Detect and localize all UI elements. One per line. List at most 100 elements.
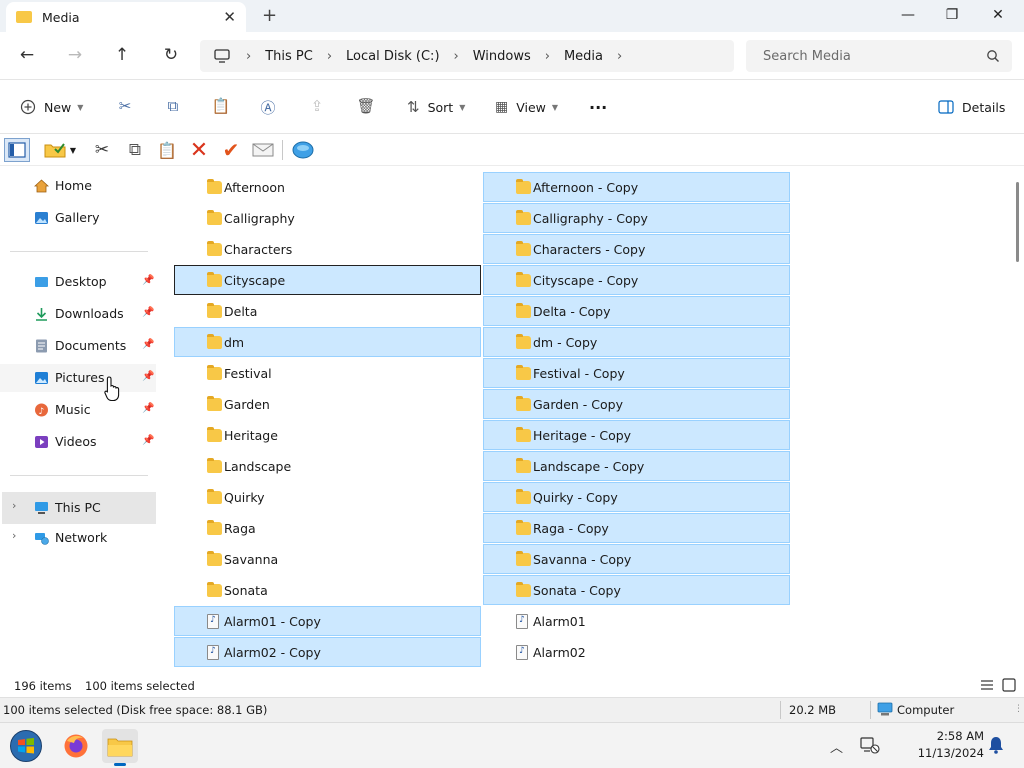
tab-close-icon[interactable]: ✕ <box>223 8 236 26</box>
folder-item-characters[interactable]: Characters <box>174 234 481 264</box>
folder-item-garden-copy[interactable]: Garden - Copy <box>483 389 790 419</box>
more-options-button[interactable]: ··· <box>589 96 607 118</box>
rename-button[interactable]: Ⓐ <box>258 97 278 117</box>
address-bar[interactable]: › This PC › Local Disk (C:) › Windows › … <box>200 40 734 72</box>
audio-file-icon: ♪ <box>207 614 219 629</box>
folder-item-heritage[interactable]: Heritage <box>174 420 481 450</box>
breadcrumb-local-disk[interactable]: Local Disk (C:) <box>346 49 439 64</box>
folder-item-sonata-copy[interactable]: Sonata - Copy <box>483 575 790 605</box>
preview-pane-button[interactable] <box>4 138 30 162</box>
refresh-button[interactable]: ↻ <box>157 44 185 68</box>
tiles-view-button[interactable] <box>1002 678 1016 695</box>
breadcrumb-media[interactable]: Media <box>564 49 603 64</box>
status-divider <box>870 701 871 719</box>
expand-chevron-icon[interactable]: › <box>12 529 16 542</box>
vertical-scrollbar[interactable] <box>1012 166 1024 674</box>
file-name: Cityscape <box>224 273 286 288</box>
file-item-alarm02[interactable]: ♪ Alarm02 <box>483 637 790 667</box>
folder-item-sonata[interactable]: Sonata <box>174 575 481 605</box>
file-explorer-taskbar-button[interactable] <box>102 729 138 766</box>
close-button[interactable]: ✕ <box>978 4 1018 28</box>
folder-item-afternoon[interactable]: Afternoon <box>174 172 481 202</box>
show-hidden-icons-button[interactable]: ︿ <box>830 737 843 756</box>
up-button[interactable]: ↑ <box>108 44 136 68</box>
folder-item-quirky[interactable]: Quirky <box>174 482 481 512</box>
maximize-button[interactable]: ❐ <box>932 4 972 28</box>
folder-item-characters-copy[interactable]: Characters - Copy <box>483 234 790 264</box>
sidebar-item-desktop[interactable]: Desktop 📌 <box>0 268 156 296</box>
legacy-copy-button[interactable]: ⧉ <box>122 138 148 162</box>
share-button[interactable]: ⇪ <box>307 97 327 117</box>
file-item-alarm02-copy[interactable]: ♪ Alarm02 - Copy <box>174 637 481 667</box>
folder-item-dm-copy[interactable]: dm - Copy <box>483 327 790 357</box>
expand-chevron-icon[interactable]: › <box>12 499 16 512</box>
view-button[interactable]: ▦ View ▼ <box>495 96 558 118</box>
copy-button[interactable]: ⧉ <box>163 97 183 117</box>
forward-button[interactable]: → <box>61 44 89 68</box>
legacy-network-button[interactable] <box>290 138 316 162</box>
file-name: Alarm02 - Copy <box>224 645 321 660</box>
scrollbar-thumb[interactable] <box>1016 182 1019 262</box>
folder-item-afternoon-copy[interactable]: Afternoon - Copy <box>483 172 790 202</box>
paste-button[interactable]: 📋 <box>211 97 231 117</box>
minimize-button[interactable]: — <box>888 4 928 28</box>
new-tab-button[interactable]: + <box>262 5 277 26</box>
cut-button[interactable]: ✂ <box>115 97 135 117</box>
folder-item-savanna[interactable]: Savanna <box>174 544 481 574</box>
file-item-alarm01-copy[interactable]: ♪ Alarm01 - Copy <box>174 606 481 636</box>
start-button[interactable] <box>8 729 44 763</box>
breadcrumb-separator-icon[interactable]: › <box>617 49 622 64</box>
folder-item-raga-copy[interactable]: Raga - Copy <box>483 513 790 543</box>
folder-item-calligraphy-copy[interactable]: Calligraphy - Copy <box>483 203 790 233</box>
folder-item-cityscape[interactable]: Cityscape <box>174 265 481 295</box>
folder-item-festival[interactable]: Festival <box>174 358 481 388</box>
sidebar-item-this-pc[interactable]: › This PC <box>2 492 156 524</box>
sidebar-item-documents[interactable]: Documents 📌 <box>0 332 156 360</box>
folder-item-savanna-copy[interactable]: Savanna - Copy <box>483 544 790 574</box>
sort-button[interactable]: ⇅ Sort ▼ <box>407 96 465 118</box>
new-button[interactable]: New ▼ <box>20 96 83 118</box>
delete-button[interactable]: 🗑 <box>356 97 376 117</box>
search-input[interactable]: Search Media <box>746 40 1012 72</box>
folder-item-calligraphy[interactable]: Calligraphy <box>174 203 481 233</box>
folder-item-landscape-copy[interactable]: Landscape - Copy <box>483 451 790 481</box>
breadcrumb-windows[interactable]: Windows <box>473 49 531 64</box>
sidebar-item-network[interactable]: › Network <box>0 524 156 552</box>
sidebar-item-pictures[interactable]: Pictures 📌 <box>0 364 156 392</box>
tab-media[interactable]: Media ✕ <box>6 2 246 32</box>
breadcrumb-this-pc[interactable]: This PC <box>265 49 313 64</box>
details-view-button[interactable] <box>980 678 994 695</box>
properties-dropdown-button[interactable]: ▼ <box>40 138 80 162</box>
legacy-email-button[interactable] <box>250 138 276 162</box>
firefox-taskbar-button[interactable] <box>58 729 94 763</box>
clock[interactable]: 2:58 AM 11/13/2024 <box>904 728 984 762</box>
sidebar-item-videos[interactable]: Videos 📌 <box>0 428 156 456</box>
folder-item-landscape[interactable]: Landscape <box>174 451 481 481</box>
folder-item-delta-copy[interactable]: Delta - Copy <box>483 296 790 326</box>
legacy-paste-button[interactable]: 📋 <box>154 138 180 162</box>
legacy-delete-button[interactable]: ✕ <box>186 138 212 163</box>
legacy-cut-button[interactable]: ✂ <box>89 138 115 162</box>
folder-item-raga[interactable]: Raga <box>174 513 481 543</box>
downloads-icon <box>36 308 47 321</box>
sidebar-item-music[interactable]: ♪ Music 📌 <box>0 396 156 424</box>
sidebar-item-downloads[interactable]: Downloads 📌 <box>0 300 156 328</box>
legacy-check-button[interactable]: ✔ <box>218 138 244 162</box>
folder-item-festival-copy[interactable]: Festival - Copy <box>483 358 790 388</box>
folder-item-quirky-copy[interactable]: Quirky - Copy <box>483 482 790 512</box>
notifications-button[interactable] <box>988 736 1004 757</box>
folder-item-cityscape-copy[interactable]: Cityscape - Copy <box>483 265 790 295</box>
folder-item-dm[interactable]: dm <box>174 327 481 357</box>
back-button[interactable]: ← <box>13 44 41 68</box>
details-button[interactable]: Details <box>938 96 1005 118</box>
sidebar-item-home[interactable]: Home <box>0 172 156 200</box>
folder-item-heritage-copy[interactable]: Heritage - Copy <box>483 420 790 450</box>
sidebar-item-gallery[interactable]: Gallery <box>0 204 156 232</box>
folder-item-garden[interactable]: Garden <box>174 389 481 419</box>
file-item-alarm01[interactable]: ♪ Alarm01 <box>483 606 790 636</box>
folder-icon <box>207 582 222 597</box>
file-list[interactable]: Afternoon Calligraphy Characters Cityscape D… <box>160 166 1012 674</box>
network-status-button[interactable] <box>860 735 880 758</box>
folder-icon <box>516 582 531 597</box>
folder-item-delta[interactable]: Delta <box>174 296 481 326</box>
